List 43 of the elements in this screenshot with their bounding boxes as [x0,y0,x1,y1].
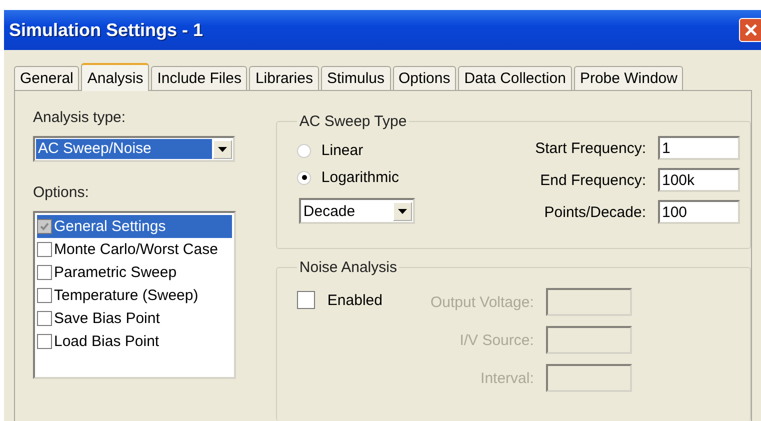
field-label: Start Frequency: [535,140,646,156]
radio-option[interactable]: Logarithmic [297,169,416,186]
option-item[interactable]: Load Bias Point [37,330,232,353]
tab[interactable]: Libraries [249,66,319,90]
field-label: Interval: [480,370,534,386]
tab[interactable]: Data Collection [458,66,572,90]
option-item[interactable]: Monte Carlo/Worst Case [37,238,232,261]
group-title: Noise Analysis [298,259,398,276]
checkbox[interactable] [297,291,316,309]
checkbox[interactable] [37,265,52,280]
analysis-type-dropdown[interactable]: AC Sweep/Noise [33,136,235,162]
tab[interactable]: Options [392,66,456,90]
window-title: Simulation Settings - 1 [9,20,204,40]
tab[interactable]: Probe Window [574,66,684,90]
field-label: I/V Source: [460,332,534,348]
input-field[interactable]: 100 [658,200,740,224]
option-item[interactable]: Parametric Sweep [37,261,232,284]
radio-button[interactable] [297,170,312,184]
field-label: End Frequency: [540,172,646,188]
group-title: AC Sweep Type [298,113,408,130]
checkbox[interactable] [37,311,52,326]
radio-option[interactable]: Linear [297,142,416,159]
close-button[interactable] [739,18,761,42]
tab[interactable]: Include Files [151,66,248,90]
field-label: Output Voltage: [430,294,534,310]
option-item[interactable]: Temperature (Sweep) [37,284,232,307]
sweep-unit-dropdown[interactable]: Decade [299,198,416,224]
checkbox[interactable] [37,242,52,257]
checkbox[interactable] [37,288,52,303]
close-icon [743,22,759,38]
input-field[interactable]: 100k [658,168,740,192]
check-icon [39,221,50,232]
radio-button[interactable] [297,144,312,158]
tab[interactable]: Stimulus [320,66,391,90]
checkbox[interactable] [37,334,52,349]
tab[interactable]: Analysis [81,63,150,91]
enabled-checkbox[interactable]: Enabled [297,288,382,312]
analysis-type-label: Analysis type: [33,109,127,126]
field-label: Points/Decade: [544,204,646,220]
tab[interactable]: General [14,66,80,90]
option-item[interactable]: Save Bias Point [37,307,232,330]
input-field[interactable]: 1 [658,136,740,160]
options-label: Options: [33,184,90,201]
